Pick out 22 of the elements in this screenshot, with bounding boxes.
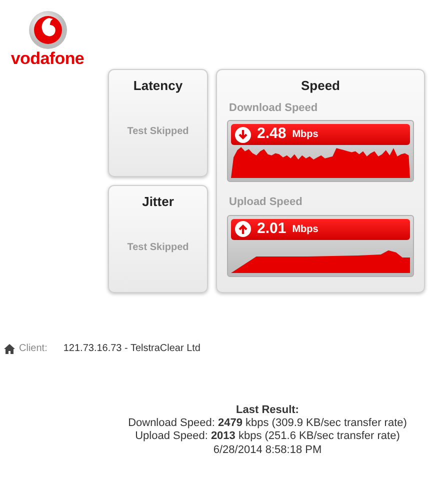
test-status: Test Skipped [127,124,189,138]
client-value: 121.73.16.73 - TelstraClear Ltd [63,342,200,356]
speed-unit: Mbps [292,222,318,236]
section-label: Download Speed [229,100,319,116]
speed-value: 2.01 [257,218,286,239]
result-line: Download Speed: 2479 kbps (309.9 KB/sec transfer rate) [127,417,408,430]
speed-unit: Mbps [292,128,318,142]
test-status: Test Skipped [127,240,189,254]
panel-title: Jitter [142,193,174,211]
panel-title: Speed [300,77,341,95]
down-arrow-icon [235,126,251,142]
result-line: 6/28/2014 8:58:18 PM [212,444,323,457]
section-label: Upload Speed [229,195,304,210]
logo-text: vodafone [10,50,84,67]
client-label: Client: [19,342,48,356]
result-line: Upload Speed: 2013 kbps (251.6 KB/sec transfer rate) [134,430,401,444]
home-icon [4,344,15,354]
speech-mark-logo-icon [28,10,68,50]
speed-value: 2.48 [257,124,286,144]
up-arrow-icon [235,221,251,237]
panel-title: Latency [133,77,183,95]
result-title: Last Result: [235,404,300,418]
